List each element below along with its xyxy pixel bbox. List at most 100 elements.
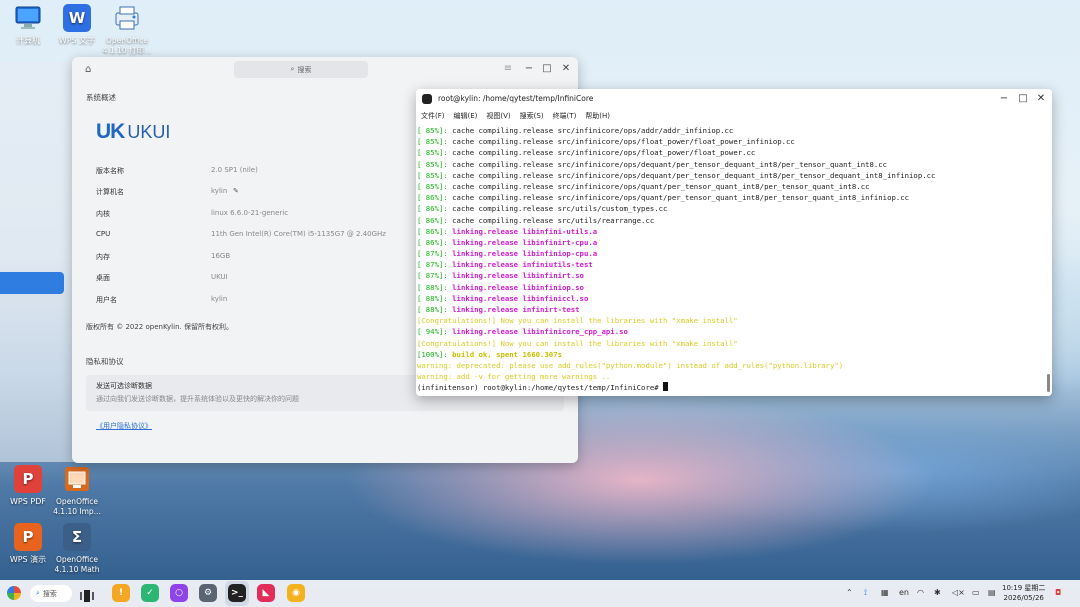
desktop-icon-label: OpenOffice 4.1.10 Math bbox=[54, 555, 100, 574]
maximize-button[interactable]: □ bbox=[541, 63, 553, 75]
settings-search-input[interactable]: ⌕ 搜索 bbox=[234, 61, 368, 78]
terminal-line: [ 88%]: linking.release infinirt-test bbox=[417, 304, 1048, 315]
desktop-icon-label: OpenOffice 4.1.10 Imp... bbox=[53, 497, 101, 516]
terminal-titlebar: root@kylin: /home/qytest/temp/InfiniCore… bbox=[416, 89, 1052, 109]
taskbar-search[interactable]: ⌕ 搜索 bbox=[30, 585, 72, 602]
info-key: 桌面 bbox=[96, 274, 110, 282]
wifi-icon[interactable]: ◠ bbox=[917, 588, 924, 597]
openoffice-math-icon: Σ bbox=[63, 523, 91, 551]
section-title-privacy: 隐私和协议 bbox=[86, 357, 124, 366]
taskbar-app-terminal-icon[interactable]: >_ bbox=[228, 584, 246, 602]
info-key: CPU bbox=[96, 230, 111, 238]
start-menu-icon[interactable] bbox=[7, 586, 21, 600]
clock-date: 2026/05/26 bbox=[1003, 594, 1044, 602]
desktop-icon-openoffice-math[interactable]: Σ OpenOffice 4.1.10 Math bbox=[45, 523, 109, 575]
terminal-output[interactable]: [ 85%]: cache compiling.release src/infi… bbox=[416, 125, 1048, 394]
terminal-line-text: cache compiling.release src/infinicore/o… bbox=[447, 181, 870, 191]
desktop-icon-label: OpenOffice 4.1.10 打印... bbox=[102, 36, 152, 55]
logo-text: UKUI bbox=[127, 121, 171, 142]
tray-keyboard-icon[interactable]: ▦ bbox=[881, 588, 889, 597]
clock[interactable]: 10:19 星期二 2026/05/26 bbox=[1002, 583, 1045, 603]
progress-percent: [ 85%]: bbox=[417, 159, 448, 169]
taskbar-app-wechat-icon[interactable]: ◉ bbox=[287, 584, 305, 602]
info-key: 计算机名 bbox=[96, 188, 124, 196]
terminal-line-text: linking.release infinirt-test bbox=[447, 305, 580, 314]
terminal-line-text: linking.release libinfiniop-cpu.a bbox=[447, 249, 598, 259]
terminal-line-text: linking.release libinfini-utils.a bbox=[447, 226, 598, 236]
terminal-line-text: linking.release libinfiniop.so bbox=[447, 282, 584, 292]
desktop-icon-openoffice-printer[interactable]: OpenOffice 4.1.10 打印... bbox=[95, 4, 159, 56]
menu-terminal[interactable]: 终端(T) bbox=[553, 111, 577, 124]
bluetooth-icon[interactable]: ✱ bbox=[934, 588, 941, 597]
copyright-text: 版权所有 © 2022 openKylin. 保留所有权利。 bbox=[86, 323, 233, 331]
menu-icon[interactable]: ≡ bbox=[502, 63, 514, 75]
notification-panel-icon[interactable]: ▤ bbox=[988, 588, 996, 597]
close-button[interactable]: ✕ bbox=[1035, 93, 1047, 105]
terminal-line: [ 86%]: cache compiling.release src/infi… bbox=[417, 192, 1048, 203]
maximize-button[interactable]: □ bbox=[1017, 93, 1029, 105]
terminal-prompt-line[interactable]: (infinitensor) root@kylin:/home/qytest/t… bbox=[417, 382, 1048, 393]
progress-percent: [ 85%]: bbox=[417, 126, 448, 135]
notification-center-icon[interactable]: ◘ bbox=[1055, 588, 1061, 597]
info-value: 16GB bbox=[211, 252, 231, 260]
edit-pencil-icon[interactable]: ✎ bbox=[233, 187, 239, 195]
menu-search[interactable]: 搜索(S) bbox=[520, 111, 544, 124]
progress-percent: [ 86%]: bbox=[417, 215, 448, 225]
diagnostic-title: 发送可选诊断数据 bbox=[96, 382, 152, 390]
progress-percent: [ 94%]: bbox=[417, 327, 448, 337]
terminal-line: [ 94%]: linking.release libinfinicore_cp… bbox=[417, 326, 1048, 337]
info-value: UKUI bbox=[211, 273, 228, 281]
menu-edit[interactable]: 编辑(E) bbox=[454, 111, 478, 124]
tray-ime-indicator[interactable]: en bbox=[899, 588, 909, 597]
taskbar-app-wechat-work-icon[interactable]: ✓ bbox=[141, 584, 159, 602]
tray-expand-icon[interactable]: ⌃ bbox=[846, 588, 853, 597]
section-title-overview: 系统概述 bbox=[86, 93, 116, 102]
multitask-view-icon[interactable] bbox=[80, 587, 94, 602]
minimize-button[interactable]: − bbox=[523, 63, 535, 75]
progress-percent: [ 85%]: bbox=[417, 170, 448, 180]
taskbar-app-kylin-icon[interactable]: ◣ bbox=[257, 584, 275, 602]
info-value: linux 6.6.0-21-generic bbox=[211, 209, 289, 217]
progress-percent: [ 87%]: bbox=[417, 271, 448, 281]
terminal-app-icon bbox=[422, 94, 432, 104]
menu-help[interactable]: 帮助(H) bbox=[585, 111, 610, 124]
info-row-cpu: CPU 11th Gen Intel(R) Core(TM) i5-1135G7… bbox=[96, 230, 396, 244]
info-row-memory: 内存 16GB bbox=[96, 252, 396, 266]
taskbar-app-settings-icon[interactable]: ⚙ bbox=[199, 584, 217, 602]
wps-presentation-icon: P bbox=[14, 523, 42, 551]
terminal-line: [ 86%]: cache compiling.release src/util… bbox=[417, 215, 1048, 226]
terminal-line-text: linking.release libinfinirt-cpu.a bbox=[447, 237, 598, 247]
taskbar-app-browser-icon[interactable]: ○ bbox=[170, 584, 188, 602]
terminal-line-text: linking.release infiniutils-test bbox=[447, 260, 593, 270]
terminal-line: [Congratulations!] Now you can install t… bbox=[417, 338, 1048, 349]
menu-view[interactable]: 视图(V) bbox=[486, 111, 510, 124]
terminal-line-text: cache compiling.release src/infinicore/o… bbox=[447, 193, 910, 203]
terminal-line: [ 85%]: cache compiling.release src/infi… bbox=[417, 147, 1048, 158]
terminal-line: [ 85%]: cache compiling.release src/infi… bbox=[417, 136, 1048, 147]
search-placeholder: 搜索 bbox=[297, 65, 312, 74]
settings-titlebar: ⌂ ⌕ 搜索 ≡ − □ ✕ bbox=[72, 57, 578, 83]
info-row-username: 用户名 kylin bbox=[96, 295, 396, 309]
terminal-title: root@kylin: /home/qytest/temp/InfiniCore bbox=[438, 94, 594, 103]
info-value: kylin bbox=[211, 295, 228, 303]
home-icon[interactable]: ⌂ bbox=[85, 64, 97, 76]
terminal-scrollbar[interactable] bbox=[1047, 374, 1050, 392]
privacy-policy-link[interactable]: 《用户隐私协议》 bbox=[96, 421, 152, 431]
terminal-line: [Congratulations!] Now you can install t… bbox=[417, 315, 1048, 326]
battery-icon[interactable]: ▭ bbox=[972, 588, 980, 597]
minimize-button[interactable]: − bbox=[998, 93, 1010, 105]
volume-icon[interactable]: ◁× bbox=[952, 588, 965, 597]
taskbar-app-notes-icon[interactable]: ! bbox=[112, 584, 130, 602]
tray-kylin-icon[interactable]: ⟟ bbox=[864, 588, 867, 598]
info-row-desktop: 桌面 UKUI bbox=[96, 273, 396, 287]
desktop-icon-openoffice-impress[interactable]: OpenOffice 4.1.10 Imp... bbox=[45, 465, 109, 517]
terminal-line: [ 87%]: linking.release libinfiniop-cpu.… bbox=[417, 248, 1048, 259]
terminal-line-text: cache compiling.release src/utils/rearra… bbox=[447, 215, 655, 225]
close-button[interactable]: ✕ bbox=[560, 63, 572, 75]
info-key: 内存 bbox=[96, 253, 110, 261]
menu-file[interactable]: 文件(F) bbox=[421, 111, 445, 124]
terminal-line-text: [Congratulations!] Now you can install t… bbox=[417, 316, 738, 326]
info-value: 2.0 SP1 (nile) bbox=[211, 166, 258, 174]
progress-percent: [ 86%]: bbox=[417, 237, 448, 247]
info-key: 版本名称 bbox=[96, 167, 124, 175]
